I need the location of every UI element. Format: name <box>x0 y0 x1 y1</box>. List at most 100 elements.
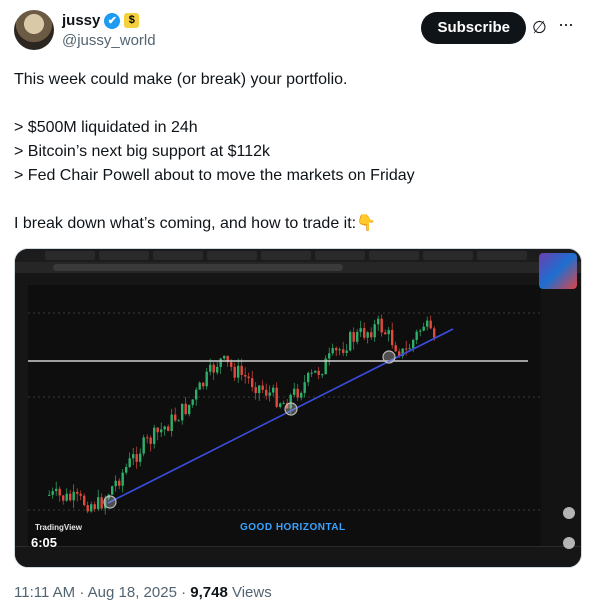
video-caption: GOOD HORIZONTAL <box>240 522 346 533</box>
candle-body <box>156 427 159 433</box>
candle-body <box>139 453 142 462</box>
candle-body <box>191 399 194 405</box>
candle-body <box>69 493 72 501</box>
candle-body <box>149 437 152 444</box>
candle-body <box>212 364 215 373</box>
candle-body <box>405 348 408 350</box>
candle-body <box>100 497 103 509</box>
candle-body <box>356 331 359 342</box>
candle-body <box>111 486 114 495</box>
candle-body <box>352 332 355 342</box>
tweet-line: I break down what’s coming, and how to t… <box>14 215 377 232</box>
candle-body <box>366 332 369 338</box>
subscribe-button[interactable]: Subscribe <box>421 12 526 44</box>
drawing-tools-panel <box>15 285 29 547</box>
candle-body <box>279 403 282 407</box>
touch-point-marker <box>284 402 298 416</box>
candle-body <box>328 353 331 359</box>
candle-body <box>237 365 240 378</box>
candle-body <box>153 427 156 444</box>
tweet-line: > Fed Chair Powell about to move the mar… <box>14 167 415 184</box>
price-axis <box>540 285 581 547</box>
candle-body <box>268 392 271 396</box>
candle-body <box>146 437 149 439</box>
touch-point-marker <box>103 495 117 509</box>
tweet-line: This week could make (or break) your por… <box>14 71 348 88</box>
candle-body <box>90 504 93 512</box>
avatar[interactable] <box>14 10 54 50</box>
candle-body <box>247 376 250 379</box>
candle-body <box>174 414 177 421</box>
tweet-text: This week could make (or break) your por… <box>14 68 574 236</box>
grok-icon[interactable]: ∅ <box>532 18 552 38</box>
candle-body <box>296 388 299 398</box>
candle-body <box>195 389 198 400</box>
video-player[interactable]: TradingView GOOD HORIZONTAL 6:05 <box>14 248 582 568</box>
candle-body <box>359 328 362 332</box>
candle-body <box>426 320 429 327</box>
scroll-button-icon[interactable] <box>563 507 575 519</box>
candle-body <box>118 480 121 486</box>
candle-body <box>244 374 247 377</box>
candle-body <box>314 370 317 373</box>
candle-body <box>349 332 352 351</box>
author-name-row: jussy ✔ $ <box>62 12 140 29</box>
meta-separator: · <box>79 584 85 601</box>
candle-body <box>125 466 128 473</box>
candle-body <box>265 389 268 396</box>
candle-body <box>181 403 184 421</box>
candle-body <box>163 426 166 430</box>
candle-body <box>261 385 264 390</box>
candle-body <box>373 324 376 338</box>
candle-body <box>121 472 124 486</box>
candle-body <box>415 331 418 340</box>
tweet-line: > Bitcoin’s next big support at $112k <box>14 143 271 160</box>
candle-body <box>205 371 208 387</box>
chart-bottom-bar <box>15 546 581 567</box>
affiliate-badge-icon: $ <box>124 13 140 28</box>
candle-body <box>240 365 243 375</box>
candle-body <box>412 339 415 349</box>
views-label: Views <box>231 584 272 601</box>
candle-body <box>76 491 79 494</box>
candle-body <box>377 318 380 325</box>
candle-body <box>83 495 86 506</box>
candle-body <box>160 429 163 433</box>
candle-body <box>86 505 89 512</box>
tweet-header: jussy ✔ $ @jussy_world Subscribe ∅ ··· <box>14 10 578 54</box>
tweet-time[interactable]: 11:11 AM <box>14 584 75 601</box>
verified-badge-icon: ✔ <box>104 12 121 29</box>
tweet-date[interactable]: Aug 18, 2025 <box>88 584 177 601</box>
candle-body <box>128 458 131 467</box>
candle-body <box>321 374 324 376</box>
price-chart <box>28 285 541 547</box>
candle-body <box>177 420 180 422</box>
candle-body <box>335 348 338 351</box>
candle-body <box>48 494 51 496</box>
candle-body <box>345 350 348 353</box>
candle-body <box>72 491 75 501</box>
candle-body <box>384 332 387 335</box>
candle-body <box>170 414 173 432</box>
url-field <box>53 264 343 271</box>
candle-body <box>223 355 226 359</box>
candle-body <box>114 480 117 487</box>
candle-body <box>209 364 212 372</box>
candle-body <box>370 332 373 338</box>
author-handle[interactable]: @jussy_world <box>62 32 156 49</box>
display-name[interactable]: jussy <box>62 12 100 29</box>
candle-body <box>391 329 394 346</box>
candle-body <box>331 348 334 354</box>
candle-body <box>433 328 436 338</box>
scroll-button-icon[interactable] <box>563 537 575 549</box>
candle-body <box>258 385 261 394</box>
tweet-meta: 11:11 AM · Aug 18, 2025 · 9,748 Views <box>14 584 272 601</box>
candle-body <box>51 491 54 495</box>
more-options-icon[interactable]: ··· <box>558 15 578 36</box>
candle-body <box>233 366 236 378</box>
candle-body <box>254 387 257 394</box>
candle-body <box>310 372 313 374</box>
candle-body <box>429 320 432 329</box>
candle-body <box>135 454 138 462</box>
views-count: 9,748 <box>190 584 228 601</box>
